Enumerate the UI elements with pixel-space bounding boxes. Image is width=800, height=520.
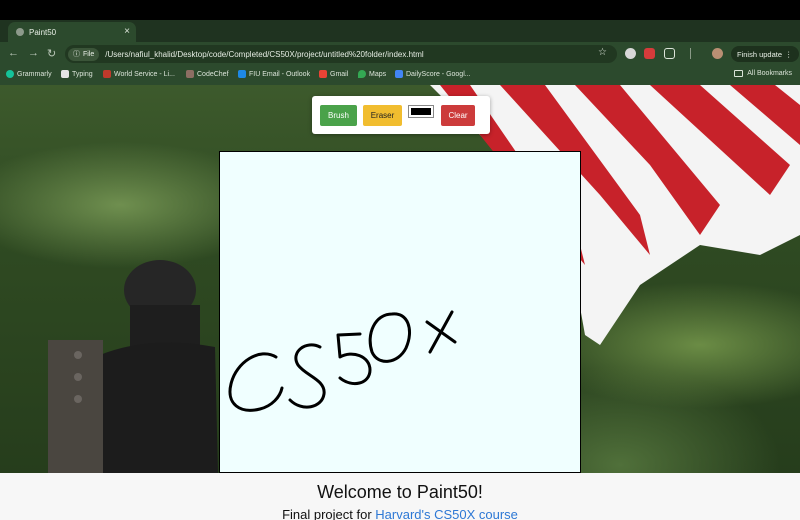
bookmark-label: Typing — [72, 70, 93, 78]
bookmark-gmail[interactable]: Gmail — [319, 70, 348, 78]
bookmark-label: DailyScore - Googl... — [406, 70, 471, 78]
bookmark-codechef[interactable]: CodeChef — [186, 70, 229, 78]
brush-button[interactable]: Brush — [320, 105, 357, 126]
stroke-s — [288, 343, 326, 409]
clear-button[interactable]: Clear — [441, 105, 475, 126]
back-button[interactable]: ← — [8, 47, 19, 59]
extension-red-icon[interactable] — [644, 48, 655, 59]
bookmark-fiu-email[interactable]: FIU Email - Outlook — [238, 70, 310, 78]
folder-icon — [734, 70, 744, 77]
page-viewport: Brush Eraser Clear Welcome to Paint50! F… — [0, 85, 800, 520]
bookmark-typing[interactable]: Typing — [61, 70, 93, 78]
address-bar[interactable]: ⓘ File /Users/nafiul_khalid/Desktop/code… — [65, 45, 617, 63]
bookmarks-bar: Grammarly Typing World Service - Li... C… — [0, 66, 800, 85]
gmail-icon — [319, 70, 327, 78]
globe-icon — [16, 28, 24, 36]
bookmark-label: CodeChef — [197, 70, 229, 78]
tab-title: Paint50 — [29, 27, 57, 37]
drawing-strokes — [228, 310, 457, 412]
url-text[interactable]: /Users/nafiul_khalid/Desktop/code/Comple… — [105, 50, 423, 59]
extensions-puzzle-icon[interactable] — [664, 48, 675, 59]
reload-button[interactable]: ↻ — [47, 47, 56, 60]
tab-paint50[interactable]: Paint50 × — [8, 22, 136, 42]
bookmark-label: Maps — [369, 70, 387, 78]
bookmark-label: Gmail — [330, 70, 349, 78]
subtitle: Final project for Harvard's CS50X course — [0, 507, 800, 520]
more-menu-icon[interactable]: ⋮ — [785, 50, 793, 59]
eraser-button[interactable]: Eraser — [363, 105, 402, 126]
profile-avatar[interactable] — [712, 48, 723, 59]
stroke-0 — [368, 312, 411, 363]
toolbar-divider — [690, 48, 691, 59]
outlook-icon — [238, 70, 246, 78]
bookmark-label: FIU Email - Outlook — [249, 70, 311, 78]
all-bookmarks-button[interactable]: All Bookmarks — [734, 70, 792, 77]
file-label: File — [83, 50, 95, 58]
forward-button[interactable]: → — [28, 47, 39, 59]
bookmark-star-icon[interactable]: ☆ — [598, 47, 607, 58]
stroke-c — [228, 352, 284, 412]
stroke-x — [425, 310, 457, 354]
color-picker[interactable] — [408, 105, 434, 118]
bookmark-label: World Service - Li... — [114, 70, 175, 78]
welcome-heading: Welcome to Paint50! — [317, 482, 483, 502]
browser-toolbar: ← → ↻ ⓘ File /Users/nafiul_khalid/Deskto… — [0, 42, 800, 66]
site-info-chip[interactable]: ⓘ File — [68, 47, 100, 61]
bookmark-grammarly[interactable]: Grammarly — [6, 70, 52, 78]
stroke-5 — [336, 332, 372, 386]
close-tab-icon[interactable]: × — [124, 26, 130, 37]
subtitle-prefix: Final project for — [282, 507, 376, 520]
bookmark-label: Grammarly — [17, 70, 52, 78]
cs50x-course-link[interactable]: Harvard's CS50X course — [375, 507, 518, 520]
tool-panel: Brush Eraser Clear — [312, 96, 490, 134]
world-service-icon — [103, 70, 111, 78]
color-swatch — [411, 108, 431, 115]
bookmark-world-service[interactable]: World Service - Li... — [103, 70, 175, 78]
google-docs-icon — [395, 70, 403, 78]
page-footer: Welcome to Paint50! Final project for Ha… — [0, 473, 800, 520]
finish-update-label: Finish update — [737, 49, 783, 59]
bookmark-maps[interactable]: Maps — [358, 70, 386, 78]
maps-pin-icon — [358, 70, 366, 78]
typing-icon — [61, 70, 69, 78]
info-icon: ⓘ — [73, 51, 80, 58]
grammarly-icon — [6, 70, 14, 78]
finish-update-button[interactable]: Finish update ⋮ — [731, 46, 799, 62]
screen-top-bar — [0, 0, 800, 20]
all-bookmarks-label: All Bookmarks — [747, 70, 792, 77]
codechef-icon — [186, 70, 194, 78]
statue-silhouette — [48, 260, 218, 473]
bookmark-dailyscore[interactable]: DailyScore - Googl... — [395, 70, 471, 78]
extension-icon[interactable] — [625, 48, 636, 59]
tab-strip: Paint50 × + ⌄ — [0, 20, 800, 59]
drawing-canvas[interactable] — [219, 151, 581, 473]
